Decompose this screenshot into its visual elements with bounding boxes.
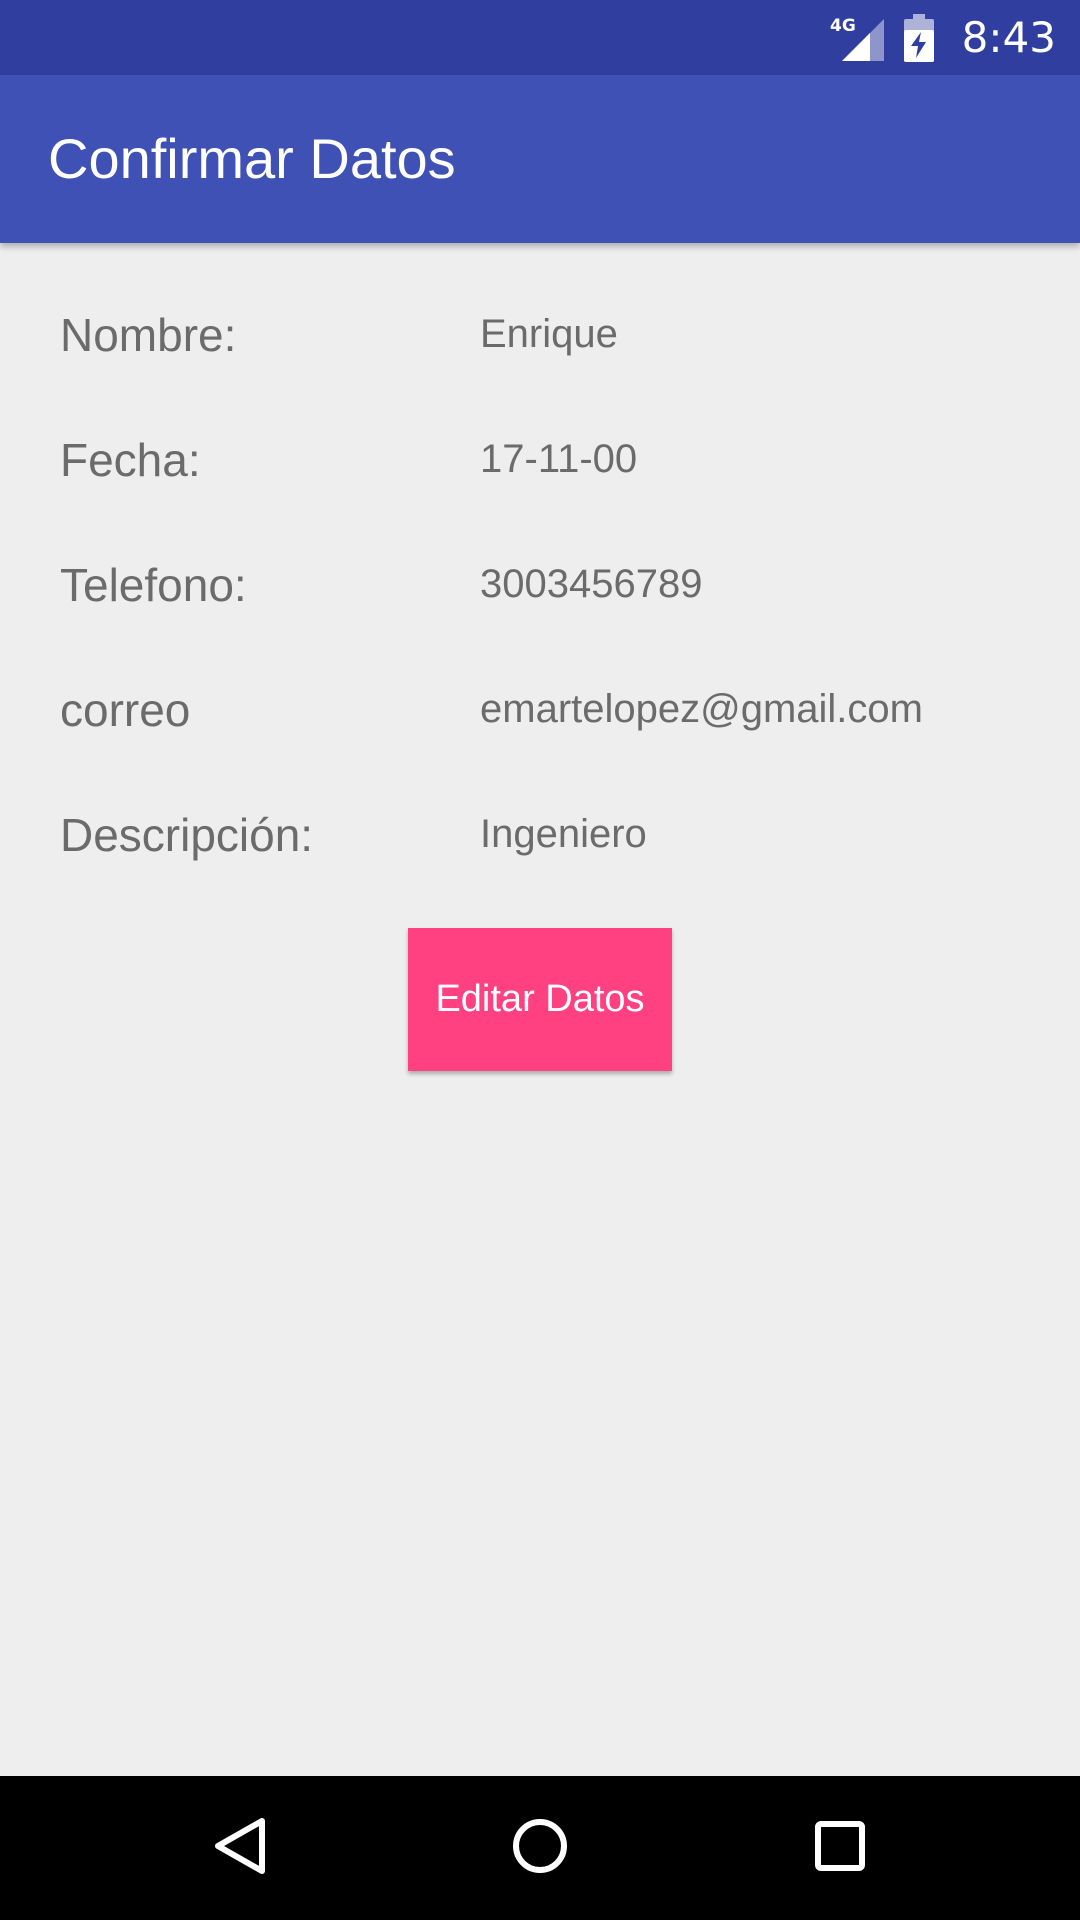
page-title: Confirmar Datos: [48, 127, 456, 190]
app-bar: Confirmar Datos: [0, 75, 1080, 243]
field-value: emartelopez@gmail.com: [480, 687, 923, 731]
field-row-correo: correo emartelopez@gmail.com: [0, 683, 1080, 763]
signal-icon: 4G: [830, 13, 886, 63]
field-row-fecha: Fecha: 17-11-00: [0, 433, 1080, 513]
battery-charging-icon: [903, 13, 934, 62]
edit-data-button[interactable]: Editar Datos: [408, 928, 672, 1071]
field-row-telefono: Telefono: 3003456789: [0, 558, 1080, 638]
field-label: Fecha:: [60, 434, 201, 486]
field-value: 3003456789: [480, 562, 703, 606]
recents-icon: [812, 1818, 868, 1878]
clock: 8:43: [961, 13, 1056, 62]
status-bar: 4G 8:43: [0, 0, 1080, 75]
field-label: Telefono:: [60, 559, 247, 611]
field-row-descripcion: Descripción: Ingeniero: [0, 808, 1080, 888]
field-value: 17-11-00: [480, 437, 638, 481]
status-icons: 4G 8:43: [830, 0, 1056, 75]
back-icon: [210, 1815, 270, 1881]
screen: 4G 8:43 Confirmar Datos Nombre: Enrique …: [0, 0, 1080, 1920]
home-button[interactable]: [450, 1776, 630, 1920]
field-label: correo: [60, 684, 191, 736]
navigation-bar: [0, 1776, 1080, 1920]
back-button[interactable]: [150, 1776, 330, 1920]
field-label: Descripción:: [60, 809, 314, 861]
field-value: Enrique: [480, 312, 618, 356]
network-type: 4G: [830, 16, 856, 36]
field-label: Nombre:: [60, 309, 237, 361]
home-icon: [510, 1816, 570, 1880]
recents-button[interactable]: [750, 1776, 930, 1920]
field-value: Ingeniero: [480, 812, 647, 856]
field-row-nombre: Nombre: Enrique: [0, 308, 1080, 388]
